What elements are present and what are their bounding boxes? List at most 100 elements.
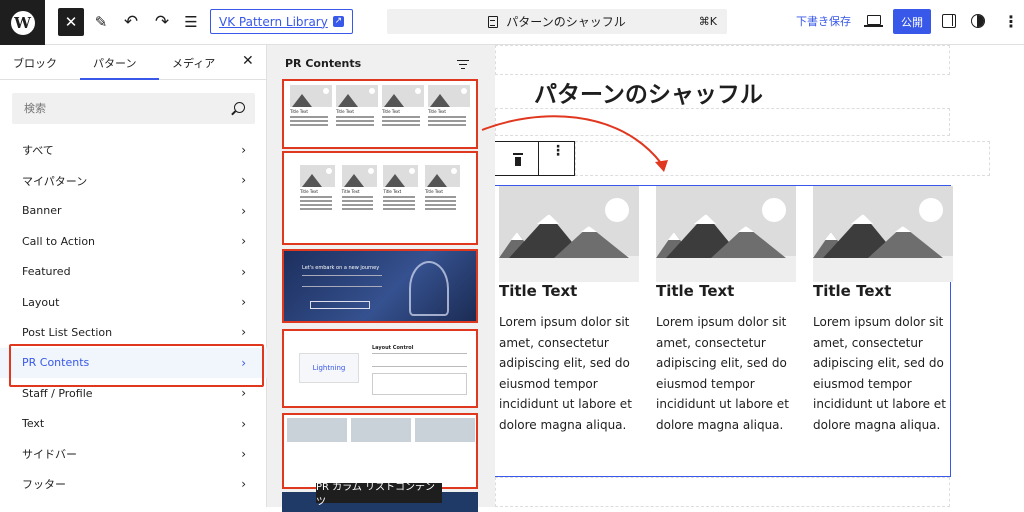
column-title[interactable]: Title Text bbox=[656, 282, 734, 300]
editor-header: W ✕ ✎ ↶ ↷ ☰ VK Pattern Library ↗ パターンのシャ… bbox=[0, 0, 1024, 45]
preview-photo bbox=[415, 418, 475, 442]
category-call-to-action[interactable]: Call to Action › bbox=[0, 226, 267, 256]
filter-icon[interactable] bbox=[457, 57, 469, 69]
options-menu-icon[interactable]: ⋮ bbox=[1003, 12, 1019, 32]
chevron-right-icon: › bbox=[241, 477, 246, 492]
pattern-category-list: すべて › マイパターン › Banner › Call to Action › Fea… bbox=[0, 135, 267, 500]
pattern-preview-layout-control[interactable]: Lightning Layout Control bbox=[282, 329, 478, 408]
settings-sidebar-icon[interactable] bbox=[942, 14, 956, 28]
vk-pattern-library-button[interactable]: VK Pattern Library ↗ bbox=[210, 9, 353, 34]
close-inserter-button[interactable]: ✕ bbox=[58, 8, 84, 36]
category-staff-profile[interactable]: Staff / Profile › bbox=[0, 378, 267, 408]
preview-columns: Title Text Title Text Title Text Title T… bbox=[284, 153, 476, 210]
category-featured[interactable]: Featured › bbox=[0, 257, 267, 287]
preview-photo bbox=[351, 418, 411, 442]
chevron-right-icon: › bbox=[241, 294, 246, 309]
lightning-logo: Lightning bbox=[299, 353, 359, 383]
annotation-arrow bbox=[481, 115, 668, 172]
category-label: マイパターン bbox=[22, 174, 88, 188]
category-all[interactable]: すべて › bbox=[0, 135, 267, 165]
command-title: パターンのシャッフル bbox=[506, 15, 626, 29]
column-body[interactable]: Lorem ipsum dolor sit amet, consectetur … bbox=[656, 312, 796, 435]
preview-column: Title Text bbox=[383, 165, 419, 210]
category-label: Staff / Profile bbox=[22, 386, 93, 400]
preview-photo bbox=[287, 418, 347, 442]
external-link-icon: ↗ bbox=[332, 16, 344, 27]
tab-media[interactable]: メディア bbox=[172, 55, 215, 71]
column-body[interactable]: Lorem ipsum dolor sit amet, consectetur … bbox=[813, 312, 953, 435]
search-input[interactable] bbox=[12, 93, 222, 124]
pattern-previews-panel: PR Contents Title Text Title Text Title … bbox=[267, 45, 495, 512]
category-label: Text bbox=[22, 417, 45, 431]
column-title[interactable]: Title Text bbox=[499, 282, 577, 300]
chevron-right-icon: › bbox=[241, 203, 246, 218]
category-my-patterns[interactable]: マイパターン › bbox=[0, 165, 267, 195]
chevron-right-icon: › bbox=[241, 264, 246, 279]
columns-block[interactable]: Title Text Lorem ipsum dolor sit amet, c… bbox=[495, 185, 953, 477]
emblem-icon bbox=[409, 261, 449, 316]
document-icon bbox=[488, 15, 499, 28]
save-draft-button[interactable]: 下書き保存 bbox=[796, 13, 851, 29]
redo-button[interactable]: ↷ bbox=[151, 8, 173, 36]
pattern-preview-4-column[interactable]: Title Text Title Text Title Text Title T… bbox=[282, 79, 478, 149]
category-label: Layout bbox=[22, 295, 60, 309]
preview-column: Title Text bbox=[300, 165, 335, 210]
column-image[interactable] bbox=[813, 186, 953, 282]
tab-blocks[interactable]: ブロック bbox=[13, 55, 57, 71]
inserter-tabs: ブロック パターン メディア ✕ bbox=[0, 45, 267, 80]
preview-column: Title Text bbox=[336, 85, 378, 126]
chevron-right-icon: › bbox=[241, 325, 246, 340]
pattern-search[interactable] bbox=[12, 93, 255, 124]
category-label: Banner bbox=[22, 204, 62, 218]
category-banner[interactable]: Banner › bbox=[0, 196, 267, 226]
preview-column: Title Text bbox=[341, 165, 377, 210]
page-heading[interactable]: パターンのシャッフル bbox=[534, 75, 763, 109]
preview-columns: Title Text Title Text Title Text Title T… bbox=[284, 81, 476, 126]
publish-button[interactable]: 公開 bbox=[893, 9, 931, 34]
wordpress-logo[interactable]: W bbox=[0, 0, 45, 45]
category-text[interactable]: Text › bbox=[0, 409, 267, 439]
block-inserter-panel: ブロック パターン メディア ✕ すべて › マイパターン › Banner › Ca… bbox=[0, 45, 267, 507]
chevron-right-icon: › bbox=[241, 234, 246, 249]
tab-patterns[interactable]: パターン bbox=[93, 55, 136, 71]
pattern-preview-4-column-mountain[interactable]: Title Text Title Text Title Text Title T… bbox=[282, 151, 478, 245]
preview-column: Title Text bbox=[428, 85, 470, 126]
command-palette[interactable]: パターンのシャッフル ⌘K bbox=[387, 9, 727, 34]
list-view-icon[interactable]: ☰ bbox=[180, 8, 202, 36]
category-label: フッター bbox=[22, 478, 66, 492]
category-layout[interactable]: Layout › bbox=[0, 287, 267, 317]
preview-column: Title Text bbox=[290, 85, 332, 126]
category-footer[interactable]: フッター › bbox=[0, 469, 267, 499]
chevron-right-icon: › bbox=[241, 355, 246, 370]
preview-column: Title Text bbox=[424, 165, 460, 210]
column-image[interactable] bbox=[656, 186, 796, 282]
chevron-right-icon: › bbox=[241, 386, 246, 401]
device-preview-icon[interactable] bbox=[864, 15, 883, 27]
vk-pattern-library-label: VK Pattern Library bbox=[219, 14, 328, 29]
chevron-right-icon: › bbox=[241, 173, 246, 188]
tools-pencil-icon[interactable]: ✎ bbox=[90, 8, 112, 36]
hero-image: Let's embark on a new journey bbox=[284, 251, 476, 321]
column-title[interactable]: Title Text bbox=[813, 282, 891, 300]
preview-column: Title Text bbox=[382, 85, 424, 126]
styles-icon[interactable] bbox=[971, 14, 985, 28]
chevron-right-icon: › bbox=[241, 416, 246, 431]
category-label: Featured bbox=[22, 265, 71, 279]
chevron-right-icon: › bbox=[241, 143, 246, 157]
wordpress-icon: W bbox=[10, 10, 35, 35]
pattern-preview-hero[interactable]: Let's embark on a new journey bbox=[282, 249, 478, 323]
column-image[interactable] bbox=[499, 186, 639, 282]
category-label: PR Contents bbox=[22, 356, 90, 370]
column-body[interactable]: Lorem ipsum dolor sit amet, consectetur … bbox=[499, 312, 639, 435]
chevron-right-icon: › bbox=[241, 446, 246, 461]
undo-button[interactable]: ↶ bbox=[120, 8, 142, 36]
category-pr-contents[interactable]: PR Contents › bbox=[0, 343, 267, 388]
previews-title: PR Contents bbox=[285, 57, 362, 70]
close-panel-icon[interactable]: ✕ bbox=[242, 53, 254, 69]
hero-text: Let's embark on a new journey bbox=[302, 265, 380, 271]
category-sidebar[interactable]: サイドバー › bbox=[0, 439, 267, 469]
category-label: すべて bbox=[22, 144, 54, 158]
search-icon bbox=[234, 102, 245, 113]
pattern-tooltip: PR カラム リストコンテンツ bbox=[316, 482, 442, 508]
category-label: Post List Section bbox=[22, 326, 113, 340]
